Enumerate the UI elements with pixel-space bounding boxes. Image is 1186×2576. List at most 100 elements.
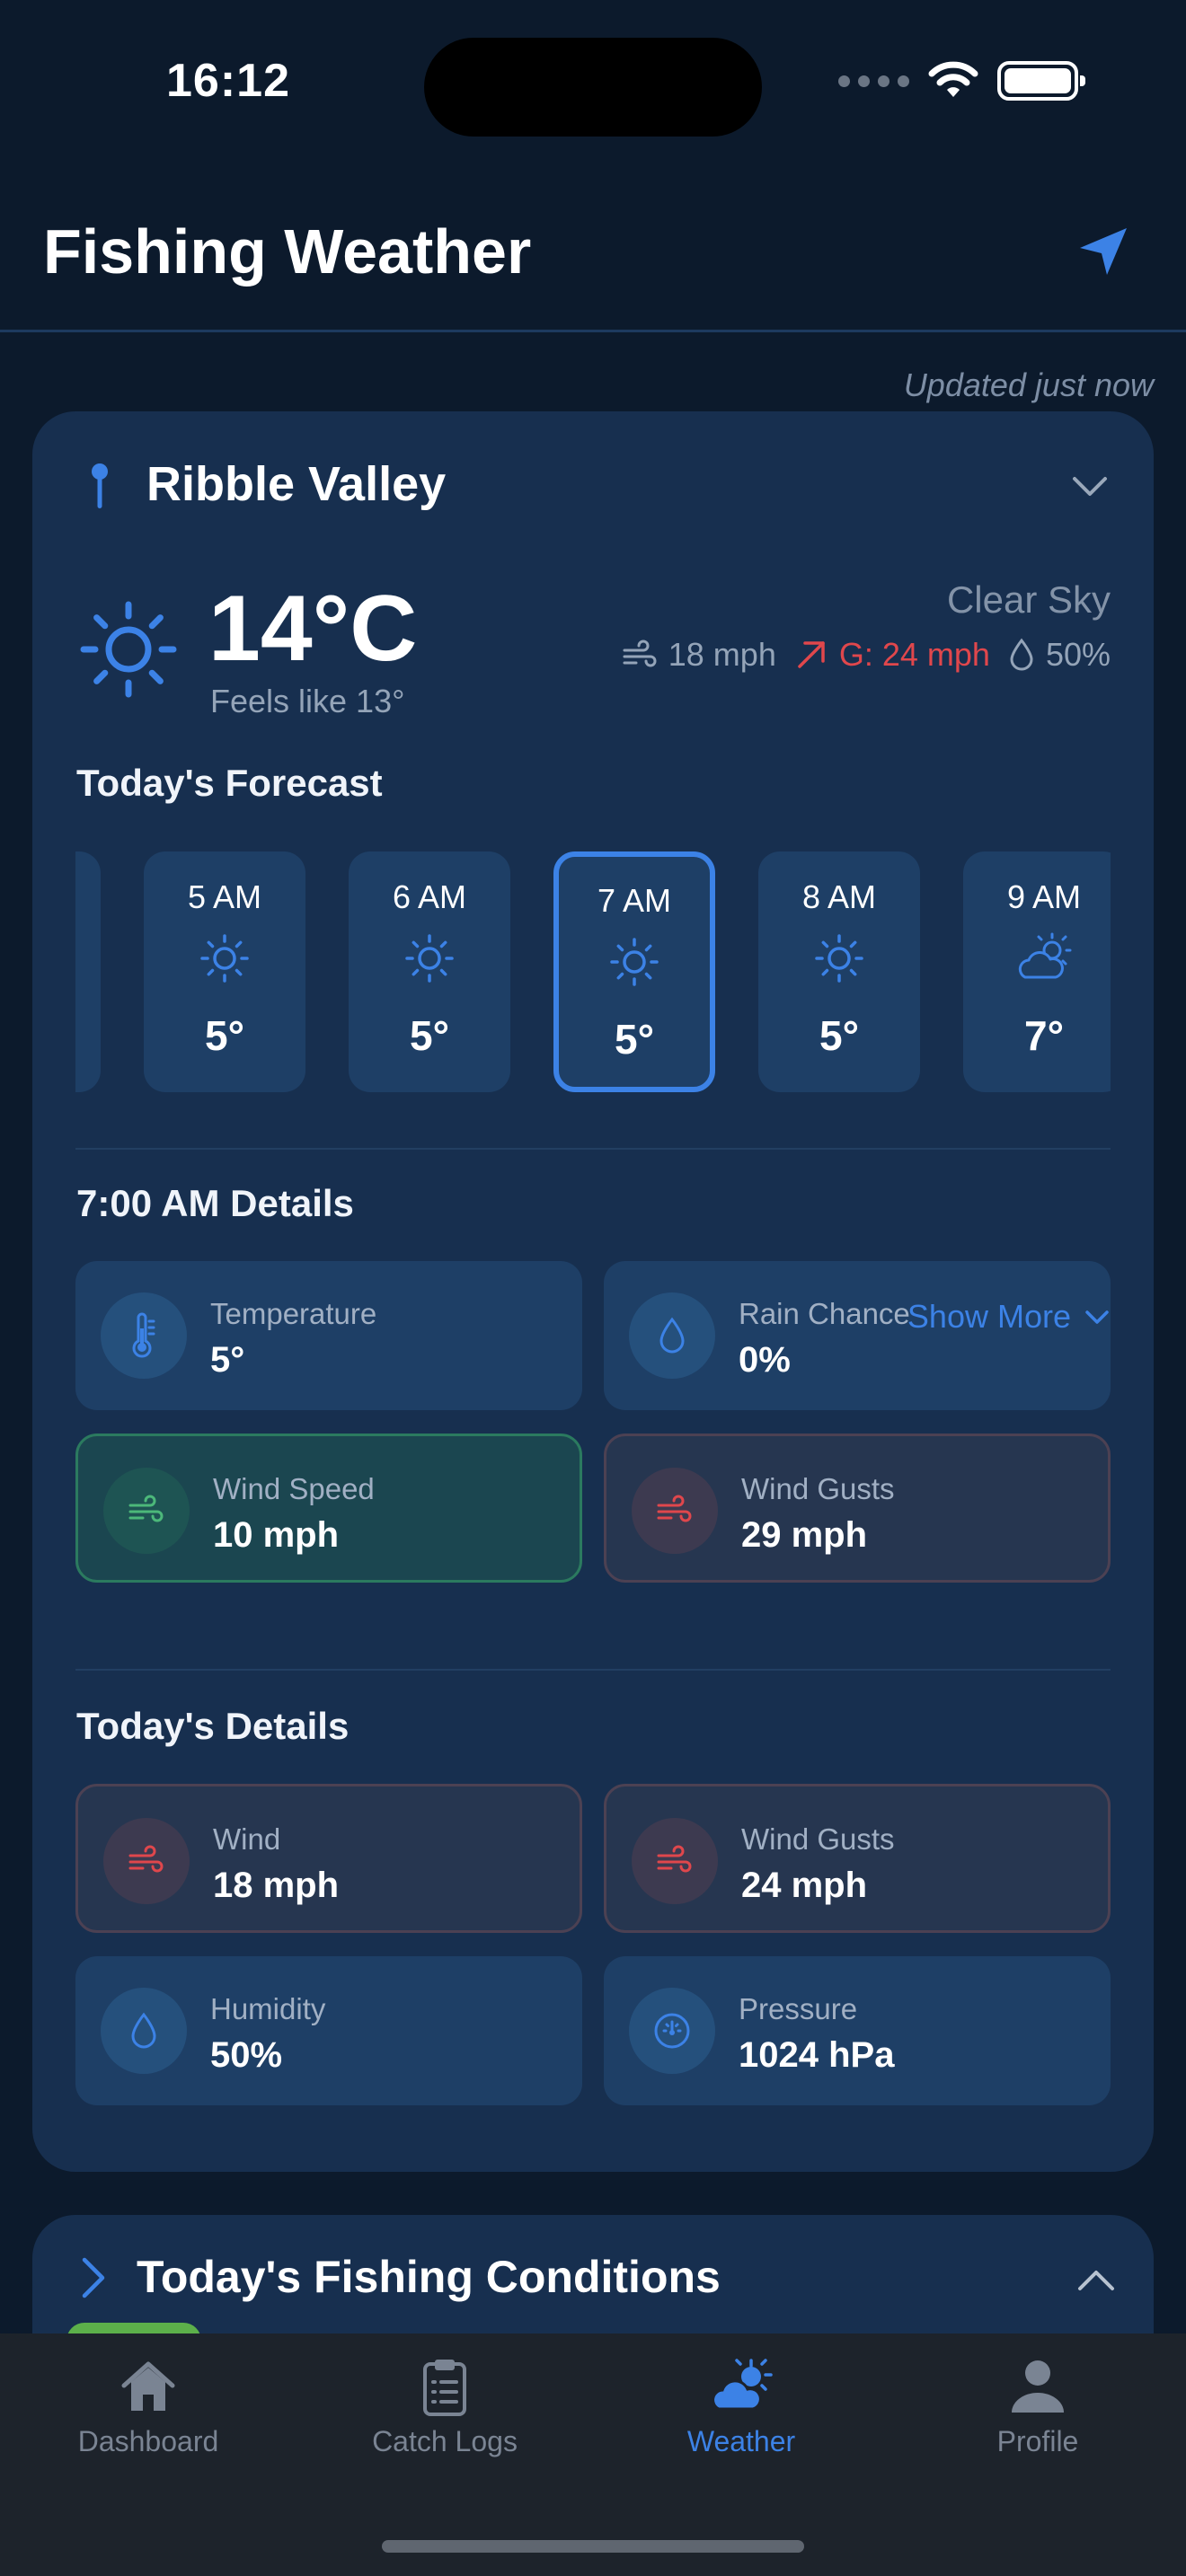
chevron-down-icon: [1085, 1310, 1109, 1324]
hour-details-title: 7:00 AM Details: [76, 1182, 354, 1224]
tile-label: Temperature: [210, 1297, 377, 1330]
arrow-up-right-icon: [798, 641, 825, 668]
hourly-forecast-strip[interactable]: 5 AM 5° 6 AM 5° 7 AM 5° 8 AM 5° 9 AM 7°: [75, 851, 1111, 1103]
show-more-button[interactable]: Show More: [907, 1298, 1111, 1336]
tile-wind: Wind 18 mph: [75, 1784, 582, 1933]
hour-card-9am[interactable]: 9 AM 7°: [963, 851, 1111, 1092]
clipboard-icon: [423, 2360, 466, 2416]
show-more-label: Show More: [907, 1298, 1071, 1335]
status-time: 16:12: [166, 55, 290, 107]
chevron-up-icon[interactable]: [1075, 2258, 1118, 2301]
sun-icon: [610, 938, 659, 986]
status-icons: [838, 61, 1085, 101]
hour-label: 7 AM: [597, 882, 672, 919]
wifi-icon: [928, 61, 978, 97]
location-name: Ribble Valley: [146, 457, 447, 511]
today-details-title: Today's Details: [76, 1705, 350, 1747]
divider: [75, 1148, 1111, 1150]
humidity-condition: 50%: [1008, 636, 1111, 674]
chevron-right-icon[interactable]: [74, 2254, 113, 2301]
hour-temperature: 5°: [819, 1012, 859, 1059]
tile-wind-gusts: Wind Gusts 24 mph: [604, 1784, 1111, 1933]
droplet-icon: [1010, 638, 1033, 671]
app-header: Fishing Weather: [0, 171, 1186, 332]
battery-icon: [997, 61, 1085, 101]
hour-card-8am[interactable]: 8 AM 5°: [758, 851, 920, 1092]
tile-label: Wind Gusts: [741, 1822, 895, 1856]
tile-value: 5°: [210, 1340, 245, 1380]
humidity-value: 50%: [1045, 636, 1111, 673]
hour-card-partial[interactable]: [75, 851, 101, 1092]
tab-label: Profile: [996, 2425, 1079, 2457]
updated-timestamp: Updated just now: [903, 366, 1154, 403]
tab-dashboard[interactable]: Dashboard: [0, 2333, 296, 2513]
home-indicator[interactable]: [382, 2540, 804, 2553]
cellular-signal-icon: [838, 75, 909, 87]
wind-condition: 18 mph: [622, 636, 776, 674]
person-icon: [1012, 2360, 1064, 2413]
partly-cloudy-icon: [1018, 932, 1072, 979]
hour-temperature: 5°: [205, 1012, 244, 1059]
wind-icon: [632, 1468, 718, 1554]
tab-profile[interactable]: Profile: [890, 2333, 1186, 2513]
weather-icon: [712, 2359, 773, 2411]
gust-condition: G: 24 mph: [794, 636, 990, 674]
tile-label: Wind: [213, 1822, 281, 1856]
hour-temperature: 5°: [410, 1012, 449, 1059]
tile-label: Wind Gusts: [741, 1472, 895, 1505]
gauge-icon: [629, 1988, 715, 2074]
hour-label: 6 AM: [392, 878, 467, 915]
feels-like: Feels like 13°: [210, 683, 405, 719]
thermometer-icon: [101, 1292, 187, 1379]
hour-card-6am[interactable]: 6 AM 5°: [349, 851, 510, 1092]
wind-icon: [632, 1818, 718, 1904]
tile-wind-speed: Wind Speed 10 mph: [75, 1434, 582, 1583]
tab-catch-logs[interactable]: Catch Logs: [296, 2333, 593, 2513]
hour-label: 5 AM: [187, 878, 262, 915]
current-temperature: 14°C: [208, 577, 418, 681]
hour-label: 9 AM: [1006, 878, 1082, 915]
divider: [75, 1669, 1111, 1671]
tile-label: Pressure: [739, 1992, 858, 2025]
tile-value: 24 mph: [741, 1866, 868, 1905]
tile-value: 18 mph: [213, 1866, 340, 1905]
hour-card-7am-selected[interactable]: 7 AM 5°: [553, 851, 715, 1092]
weather-card: Ribble Valley 14°C Feels like 13° Clear …: [32, 411, 1154, 2172]
sun-icon: [80, 601, 177, 698]
tile-value: 1024 hPa: [739, 2035, 895, 2075]
tab-label: Weather: [686, 2425, 796, 2457]
tile-value: 0%: [739, 1340, 791, 1380]
tile-wind-gusts: Wind Gusts 29 mph: [604, 1434, 1111, 1583]
sun-icon: [815, 934, 863, 983]
tab-weather[interactable]: Weather: [593, 2333, 890, 2513]
tile-label: Wind Speed: [213, 1472, 375, 1505]
hour-temperature: 7°: [1024, 1012, 1064, 1059]
droplet-icon: [629, 1292, 715, 1379]
home-icon: [121, 2361, 175, 2411]
sky-condition: Clear Sky: [946, 578, 1111, 621]
page-title: Fishing Weather: [43, 216, 532, 287]
tile-rain-chance: Rain Chance 0%: [604, 1261, 1111, 1410]
wind-icon: [103, 1818, 190, 1904]
hour-label: 8 AM: [801, 878, 877, 915]
tab-label: Catch Logs: [372, 2425, 518, 2457]
map-pin-icon: [92, 463, 108, 508]
tile-pressure: Pressure 1024 hPa: [604, 1956, 1111, 2105]
forecast-title: Today's Forecast: [76, 762, 383, 804]
tile-label: Humidity: [210, 1992, 326, 2025]
tab-label: Dashboard: [77, 2425, 219, 2457]
wind-icon: [623, 640, 657, 667]
chevron-down-icon[interactable]: [1069, 465, 1111, 507]
tile-value: 50%: [210, 2035, 283, 2075]
fishing-conditions-title: Today's Fishing Conditions: [137, 2252, 721, 2302]
hour-card-5am[interactable]: 5 AM 5°: [144, 851, 305, 1092]
current-conditions: 18 mph G: 24 mph 50%: [622, 636, 1111, 674]
dynamic-island: [424, 38, 762, 137]
tile-label: Rain Chance: [739, 1297, 910, 1330]
location-arrow-icon[interactable]: [1076, 225, 1130, 278]
wind-icon: [103, 1468, 190, 1554]
hour-temperature: 5°: [615, 1016, 654, 1063]
status-bar: 16:12: [0, 0, 1186, 171]
droplet-icon: [101, 1988, 187, 2074]
tile-value: 29 mph: [741, 1515, 868, 1555]
